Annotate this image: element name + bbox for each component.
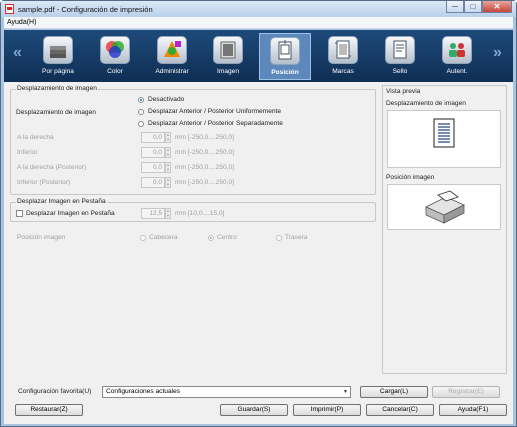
image-frame-icon — [213, 36, 243, 64]
radio-label[interactable]: Desactivado — [148, 96, 184, 103]
right-shift-input[interactable]: 0,0 — [141, 132, 165, 143]
tab-color[interactable]: Color — [89, 33, 141, 80]
tab-label: Marcas — [332, 68, 354, 75]
window-controls: ─ □ ✕ — [446, 1, 512, 13]
shift-uniform-radio[interactable] — [138, 109, 144, 115]
bottom-shift-label: Inferior — [17, 149, 38, 156]
radio-label[interactable]: Trasera — [285, 234, 307, 241]
tab-label: Posición — [271, 69, 299, 76]
preview-title: Vista previa — [386, 88, 421, 95]
tab-imagen[interactable]: Imagen — [202, 33, 254, 80]
range-label: mm [10,0....15,0] — [175, 210, 225, 217]
tab-sello[interactable]: Sello — [374, 33, 426, 80]
bottom-back-shift-input[interactable]: 0,0 — [141, 177, 165, 188]
marks-page-icon — [328, 36, 358, 64]
preview-position-label: Posición imagen — [386, 174, 435, 181]
menu-bar: Ayuda(H) — [4, 17, 513, 29]
title-bar[interactable]: sample.pdf - Configuración de impresión … — [1, 1, 516, 17]
bottom-shift-spinner[interactable] — [165, 147, 171, 158]
printer-output-icon — [425, 190, 465, 224]
range-label: mm [-250,0....250,0] — [175, 164, 235, 171]
position-center-radio[interactable] — [208, 235, 214, 241]
checkbox-label[interactable]: Desplazar Imagen en Pestaña — [26, 210, 115, 217]
pages-stack-icon — [43, 36, 73, 64]
tab-shift-spinner[interactable] — [165, 208, 171, 219]
image-shift-label: Desplazamiento de imagen — [16, 109, 96, 116]
prev-tabs-arrow-icon[interactable]: « — [13, 44, 22, 62]
bottom-back-shift-spinner[interactable] — [165, 177, 171, 188]
tab-label: Por página — [42, 68, 74, 75]
print-settings-window: sample.pdf - Configuración de impresión … — [0, 0, 517, 427]
tab-administrar[interactable]: Administrar — [146, 33, 198, 80]
position-preview-box — [387, 184, 501, 230]
tab-por-pagina[interactable]: Por página — [32, 33, 84, 80]
print-button[interactable]: Imprimir(P) — [293, 404, 361, 416]
range-label: mm [-250,0....250,0] — [175, 179, 235, 186]
position-back-radio[interactable] — [276, 235, 282, 241]
document-preview-icon — [433, 118, 455, 148]
bottom-shift-input[interactable]: 0,0 — [141, 147, 165, 158]
favorites-value: Configuraciones actuales — [106, 388, 181, 395]
settings-tab-toolbar: « » Por página Color Administrar Imagen — [4, 30, 513, 82]
right-back-shift-input[interactable]: 0,0 — [141, 162, 165, 173]
shift-preview-box — [387, 110, 501, 168]
color-circles-icon — [100, 36, 130, 64]
posicion-settings-panel: Desplazamiento de imagen Desplazamiento … — [4, 82, 513, 424]
authentication-users-icon — [442, 36, 472, 64]
group-title: Desplazamiento de imagen — [16, 85, 98, 92]
preview-panel: Vista previa Desplazamiento de imagen Po… — [382, 85, 507, 374]
tab-label: Imagen — [217, 68, 239, 75]
position-page-icon — [270, 37, 300, 65]
close-button[interactable]: ✕ — [482, 1, 512, 13]
bottom-back-shift-label: Inferior (Posterior) — [17, 179, 71, 186]
favorites-select[interactable]: Configuraciones actuales ▼ — [102, 386, 351, 398]
range-label: mm [-250,0....250,0] — [175, 134, 235, 141]
tab-posicion[interactable]: Posición — [259, 33, 311, 80]
tab-label: Administrar — [155, 68, 189, 75]
radio-label[interactable]: Centro — [217, 234, 237, 241]
right-shift-label: A la derecha — [17, 134, 54, 141]
help-button[interactable]: Ayuda(F1) — [439, 404, 507, 416]
cancel-button[interactable]: Cancelar(C) — [366, 404, 434, 416]
group-title: Desplazar Imagen en Pestaña — [16, 198, 107, 205]
range-label: mm [-250,0....250,0] — [175, 149, 235, 156]
tab-shift-checkbox[interactable] — [16, 210, 23, 217]
manage-color-wheel-icon — [157, 36, 187, 64]
right-back-shift-label: A la derecha (Posterior) — [17, 164, 87, 171]
window-title: sample.pdf - Configuración de impresión — [18, 5, 153, 14]
pdf-app-icon — [5, 4, 14, 14]
stamp-document-icon — [385, 36, 415, 64]
right-back-shift-spinner[interactable] — [165, 162, 171, 173]
radio-label[interactable]: Cabecera — [149, 234, 178, 241]
tab-autent[interactable]: Autent. — [431, 33, 483, 80]
radio-label[interactable]: Desplazar Anterior / Posterior Uniformem… — [148, 108, 281, 115]
save-button[interactable]: Guardar(S) — [220, 404, 288, 416]
preview-shift-label: Desplazamiento de imagen — [386, 100, 466, 107]
minimize-button[interactable]: ─ — [446, 1, 464, 13]
image-position-label: Posición imagen — [17, 234, 66, 241]
tab-label: Color — [107, 68, 123, 75]
maximize-button[interactable]: □ — [464, 1, 482, 13]
radio-label[interactable]: Desplazar Anterior / Posterior Separadam… — [148, 120, 283, 127]
right-shift-spinner[interactable] — [165, 132, 171, 143]
next-tabs-arrow-icon[interactable]: » — [493, 44, 502, 62]
tab-label: Autent. — [446, 68, 468, 75]
shift-separate-radio[interactable] — [138, 121, 144, 127]
tab-label: Sello — [392, 68, 408, 75]
tab-marcas[interactable]: Marcas — [317, 33, 369, 80]
tab-shift-input[interactable]: 12,5 — [141, 208, 165, 219]
register-button[interactable]: Registrar(E) — [432, 386, 500, 398]
favorites-label: Configuración favorita(U) — [18, 388, 92, 395]
menu-help[interactable]: Ayuda(H) — [7, 19, 36, 26]
load-button[interactable]: Cargar(L) — [360, 386, 428, 398]
position-head-radio[interactable] — [140, 235, 146, 241]
restore-button[interactable]: Restaurar(Z) — [15, 404, 83, 416]
shift-off-radio[interactable] — [138, 97, 144, 103]
dropdown-arrow-icon: ▼ — [343, 389, 348, 395]
